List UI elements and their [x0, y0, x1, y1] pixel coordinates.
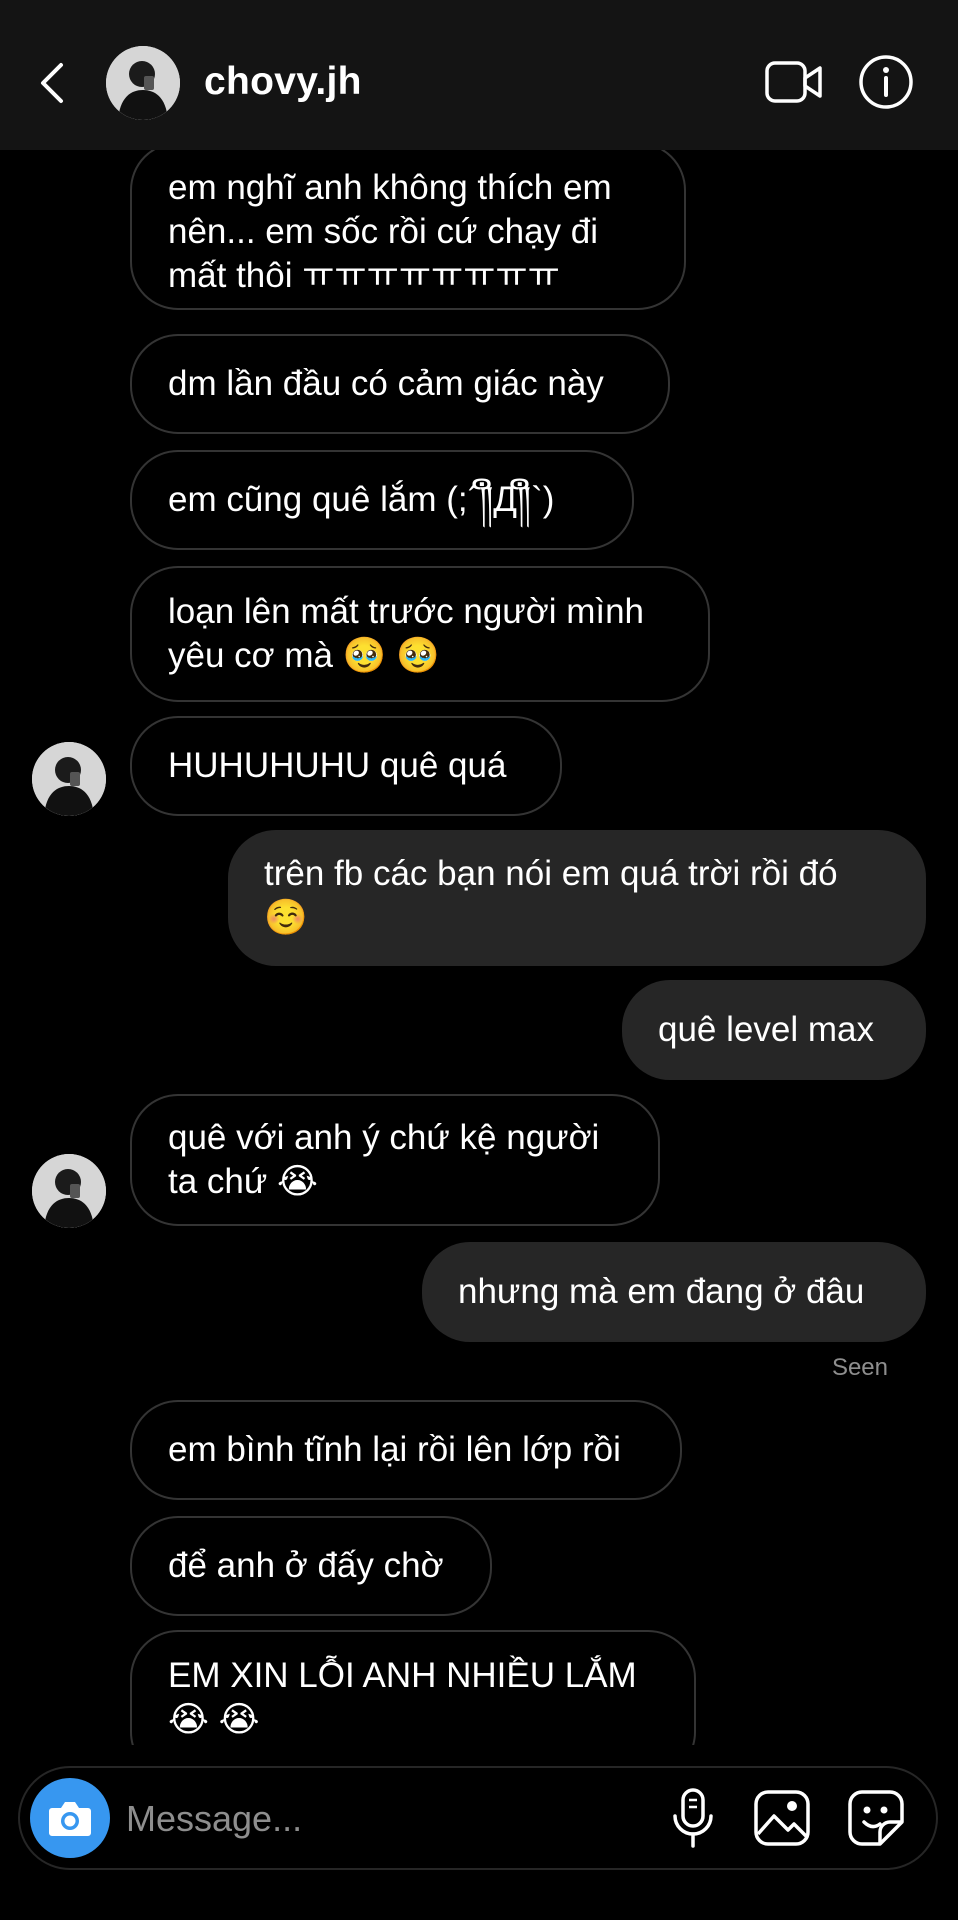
video-call-icon [765, 61, 822, 103]
message-thread[interactable]: em nghĩ anh không thích em nên... em sốc… [0, 150, 958, 1745]
profile-photo-icon [32, 1154, 106, 1228]
message-bubble-incoming[interactable]: HUHUHUHU quê quá [130, 716, 562, 816]
info-icon [859, 55, 913, 109]
message-bubble-incoming[interactable]: em nghĩ anh không thích em nên... em sốc… [130, 150, 686, 310]
message-bubble-incoming[interactable]: loạn lên mất trước người mình yêu cơ mà … [130, 566, 710, 702]
avatar[interactable] [106, 46, 180, 120]
profile-photo-icon [106, 46, 180, 120]
message-bubble-incoming[interactable]: EM XIN LỖI ANH NHIỀU LẮM 😭 😭 [130, 1630, 696, 1745]
chevron-left-icon [41, 63, 63, 103]
sender-avatar[interactable] [32, 1154, 106, 1228]
chat-username[interactable]: chovy.jh [204, 60, 362, 104]
message-bubble-incoming[interactable]: để anh ở đấy chờ [130, 1516, 492, 1616]
sticker-icon [848, 1790, 904, 1846]
back-button[interactable] [30, 55, 74, 111]
message-composer [18, 1766, 938, 1870]
camera-icon [49, 1802, 91, 1836]
chat-header: chovy.jh [0, 0, 958, 150]
sticker-button[interactable] [846, 1788, 906, 1848]
sender-avatar[interactable] [32, 742, 106, 816]
message-bubble-outgoing[interactable]: nhưng mà em đang ở đâu [422, 1242, 926, 1342]
gallery-button[interactable] [752, 1788, 812, 1848]
gallery-icon [754, 1790, 810, 1846]
message-bubble-outgoing[interactable]: trên fb các bạn nói em quá trời rồi đó ☺… [228, 830, 926, 966]
microphone-icon [673, 1788, 713, 1848]
video-call-button[interactable] [764, 58, 824, 108]
message-bubble-incoming[interactable]: dm lần đầu có cảm giác này [130, 334, 670, 434]
message-bubble-incoming[interactable]: em cũng quê lắm (;´༎ຶД༎ຶ`) [130, 450, 634, 550]
message-input[interactable] [124, 1788, 668, 1850]
microphone-button[interactable] [668, 1786, 718, 1850]
message-bubble-outgoing[interactable]: quê level max [622, 980, 926, 1080]
camera-button[interactable] [30, 1778, 110, 1858]
message-bubble-incoming[interactable]: em bình tĩnh lại rồi lên lớp rồi [130, 1400, 682, 1500]
message-bubble-incoming[interactable]: quê với anh ý chứ kệ người ta chứ 😭 [130, 1094, 660, 1226]
info-button[interactable] [858, 54, 914, 110]
profile-photo-icon [32, 742, 106, 816]
seen-indicator: Seen [831, 1354, 888, 1381]
